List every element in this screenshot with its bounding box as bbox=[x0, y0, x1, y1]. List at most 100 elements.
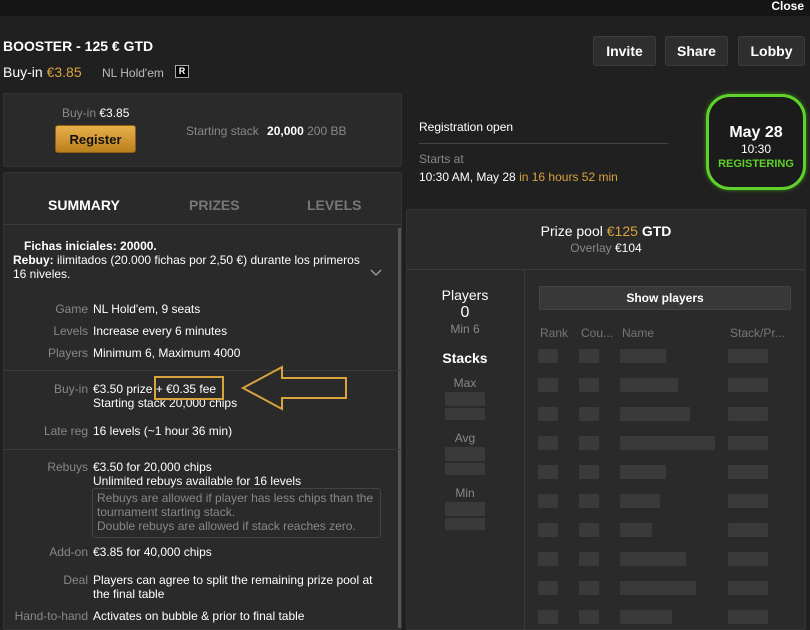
tab-summary[interactable]: SUMMARY bbox=[48, 197, 120, 213]
col-rank[interactable]: Rank bbox=[540, 326, 568, 340]
rebuys-label: Rebuys bbox=[47, 460, 88, 474]
placeholder-cell bbox=[538, 349, 558, 363]
starts-label: Starts at bbox=[419, 152, 464, 166]
rebuys-note2: tournament starting stack. bbox=[97, 505, 236, 519]
placeholder-cell bbox=[620, 378, 678, 392]
rebuys-value2: Unlimited rebuys available for 16 levels bbox=[93, 474, 302, 488]
placeholder-cell bbox=[620, 436, 715, 450]
register-buyin-label: Buy-in bbox=[62, 106, 97, 120]
placeholder-cell bbox=[728, 465, 768, 479]
placeholder-cell bbox=[579, 610, 599, 624]
starting-stack-bb: 200 BB bbox=[307, 124, 347, 138]
stacks-title: Stacks bbox=[442, 350, 488, 366]
levels-value: Increase every 6 minutes bbox=[93, 324, 228, 338]
game-label: Game bbox=[55, 302, 88, 316]
placeholder-cell bbox=[538, 523, 558, 537]
placeholder-cell bbox=[728, 581, 768, 595]
prize-pool-amount: €125 bbox=[606, 223, 638, 239]
share-button[interactable]: Share bbox=[665, 36, 728, 66]
stack-min-placeholder bbox=[445, 518, 485, 530]
placeholder-cell bbox=[620, 523, 652, 537]
placeholder-cell bbox=[579, 407, 599, 421]
show-players-button[interactable]: Show players bbox=[539, 286, 791, 310]
overlay-value: €104 bbox=[614, 241, 642, 255]
placeholder-cell bbox=[538, 581, 558, 595]
rebuys-note3: Double rebuys are allowed if stack reach… bbox=[97, 519, 356, 533]
title-bar bbox=[0, 0, 810, 16]
section-divider bbox=[4, 449, 402, 450]
deal-value2: the final table bbox=[93, 587, 165, 601]
header-buyin: Buy-in €3.85 bbox=[3, 64, 82, 80]
placeholder-cell bbox=[728, 407, 768, 421]
col-stack[interactable]: Stack/Pr... bbox=[730, 326, 785, 340]
placeholder-cell bbox=[579, 349, 599, 363]
stack-min-placeholder bbox=[445, 502, 485, 516]
players-divider bbox=[524, 270, 525, 630]
placeholder-cell bbox=[538, 436, 558, 450]
rebuys-note1: Rebuys are allowed if player has less ch… bbox=[97, 491, 374, 505]
registration-status: Registration open bbox=[419, 120, 514, 134]
invite-button[interactable]: Invite bbox=[593, 36, 656, 66]
start-time: 10:30 bbox=[740, 142, 772, 156]
close-button[interactable]: Close bbox=[771, 0, 804, 13]
starting-stack-value: 20,000 bbox=[267, 124, 304, 138]
col-name[interactable]: Name bbox=[622, 326, 654, 340]
stack-avg-placeholder bbox=[445, 463, 485, 475]
col-country[interactable]: Cou... bbox=[581, 326, 613, 340]
placeholder-cell bbox=[579, 523, 599, 537]
placeholder-cell bbox=[538, 378, 558, 392]
start-date: May 28 bbox=[729, 124, 783, 141]
status-divider bbox=[419, 143, 668, 144]
stack-max-placeholder bbox=[445, 408, 485, 420]
notes-rebuy-text: ilimitados (20.000 fichas por 2,50 €) du… bbox=[53, 253, 360, 267]
deal-value1: Players can agree to split the remaining… bbox=[93, 573, 373, 587]
placeholder-cell bbox=[620, 610, 672, 624]
h2h-value: Activates on bubble & prior to final tab… bbox=[93, 609, 305, 623]
details-scrollbar[interactable] bbox=[398, 228, 401, 628]
placeholder-cell bbox=[620, 581, 696, 595]
placeholder-cell bbox=[620, 407, 690, 421]
tournament-title: BOOSTER - 125 € GTD bbox=[3, 38, 154, 54]
prize-pool: Prize pool €125 GTD bbox=[406, 223, 806, 239]
stack-avg-placeholder bbox=[445, 447, 485, 461]
tab-prizes[interactable]: PRIZES bbox=[189, 197, 240, 213]
placeholder-cell bbox=[538, 407, 558, 421]
overlay-label: Overlay bbox=[570, 241, 612, 255]
stack-min-label: Min bbox=[455, 486, 475, 500]
prize-divider bbox=[407, 269, 805, 270]
register-buyin-value: €3.85 bbox=[99, 106, 130, 120]
overlay: Overlay €104 bbox=[406, 241, 806, 255]
chevron-down-icon[interactable] bbox=[370, 267, 382, 281]
notes-line3: 16 niveles. bbox=[13, 267, 71, 281]
lobby-button[interactable]: Lobby bbox=[738, 36, 805, 66]
placeholder-cell bbox=[728, 436, 768, 450]
register-button[interactable]: Register bbox=[55, 125, 136, 153]
players-label: Players bbox=[47, 346, 88, 360]
notes-rebuy-label: Rebuy: bbox=[13, 253, 54, 267]
addon-value: €3.85 for 40,000 chips bbox=[93, 545, 212, 559]
notes-line2: Rebuy: ilimitados (20.000 fichas por 2,5… bbox=[13, 253, 360, 267]
latereg-label: Late reg bbox=[43, 424, 88, 438]
starting-stack-label: Starting stack bbox=[186, 124, 259, 138]
players-min: Min 6 bbox=[450, 322, 480, 336]
deal-label: Deal bbox=[63, 573, 88, 587]
game-value: NL Hold'em, 9 seats bbox=[93, 302, 201, 316]
header-buyin-label: Buy-in bbox=[3, 64, 43, 80]
starts-value: 10:30 AM, May 28 bbox=[419, 170, 516, 184]
addon-label: Add-on bbox=[49, 545, 88, 559]
header-buyin-value: €3.85 bbox=[46, 64, 82, 80]
stack-avg-label: Avg bbox=[454, 431, 476, 445]
stack-max-label: Max bbox=[453, 376, 477, 390]
prize-pool-gtd: GTD bbox=[641, 223, 672, 239]
buyin-label: Buy-in bbox=[53, 382, 88, 396]
starting-stack: Starting stack 20,000 200 BB bbox=[186, 124, 346, 138]
placeholder-cell bbox=[579, 552, 599, 566]
players-value: Minimum 6, Maximum 4000 bbox=[93, 346, 241, 360]
placeholder-cell bbox=[728, 552, 768, 566]
levels-label: Levels bbox=[53, 324, 88, 338]
placeholder-cell bbox=[620, 349, 666, 363]
placeholder-cell bbox=[579, 465, 599, 479]
tab-levels[interactable]: LEVELS bbox=[307, 197, 361, 213]
notes-line1: Fichas iniciales: 20000. bbox=[24, 239, 157, 253]
placeholder-cell bbox=[538, 610, 558, 624]
